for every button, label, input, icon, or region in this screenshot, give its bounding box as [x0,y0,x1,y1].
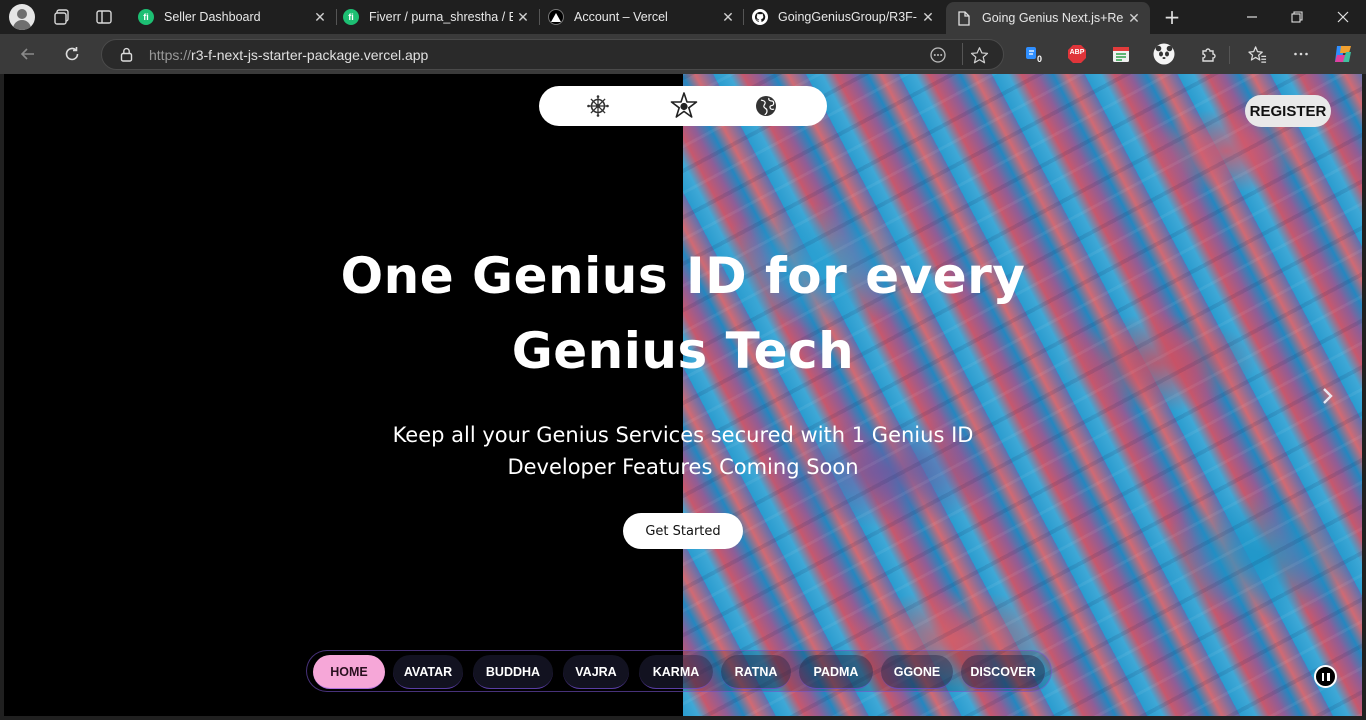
url-text: https://r3-f-next-js-starter-package.ver… [149,47,429,63]
favorite-star-icon[interactable] [970,46,989,69]
edit-badge-icon[interactable]: 0 [1022,43,1044,65]
back-icon[interactable] [16,42,40,66]
nav-item-avatar[interactable]: AVATAR [393,655,463,689]
marble-background-image [683,74,1362,716]
web-page: REGISTER One Genius ID for every Genius … [4,74,1362,716]
github-icon [752,9,768,25]
nav-item-karma[interactable]: KARMA [639,655,713,689]
close-icon[interactable]: ✕ [310,9,330,26]
panda-extension-icon[interactable] [1153,43,1175,65]
nav-item-home[interactable]: HOME [313,655,385,689]
get-started-button[interactable]: Get Started [623,513,743,549]
lock-icon[interactable] [120,47,133,66]
fiverr-icon: fi [343,9,359,25]
nav-item-vajra[interactable]: VAJRA [563,655,629,689]
tab-title: Fiverr / purna_shrestha / Ec [369,10,513,24]
fiverr-icon: fi [138,9,154,25]
tab-title: Account – Vercel [574,10,668,24]
page-icon [956,10,972,26]
profile-avatar[interactable] [9,4,35,30]
nav-item-ratna[interactable]: RATNA [721,655,791,689]
more-menu-icon[interactable] [1290,43,1312,65]
pause-icon[interactable] [1314,665,1337,688]
refresh-icon[interactable] [60,42,84,66]
tab-vercel-account[interactable]: Account – Vercel ✕ [538,3,744,31]
close-icon[interactable]: ✕ [513,9,533,26]
globe-icon[interactable] [755,95,777,117]
tab-title: GoingGeniusGroup/R3F-Ne [778,10,918,24]
restore-icon[interactable] [1285,6,1309,28]
close-icon[interactable]: ✕ [1124,10,1144,27]
star-emblem-icon[interactable] [670,92,698,120]
next-slide-chevron-icon[interactable] [1318,384,1338,408]
nav-item-buddha[interactable]: BUDDHA [473,655,553,689]
tab-going-genius-active[interactable]: Going Genius Next.js+Reac ✕ [946,2,1150,34]
register-button[interactable]: REGISTER [1245,95,1331,127]
browser-toolbar: https://r3-f-next-js-starter-package.ver… [0,34,1366,74]
hero-subtitle-line-1: Keep all your Genius Services secured wi… [392,423,974,447]
close-icon[interactable]: ✕ [918,9,938,26]
nav-item-ggone[interactable]: GGONE [881,655,953,689]
top-icon-nav [539,86,827,126]
favorites-icon[interactable] [1246,43,1268,65]
nav-item-discover[interactable]: DISCOVER [961,655,1045,689]
dharma-wheel-icon[interactable] [587,95,609,117]
copilot-icon[interactable] [1332,43,1354,65]
tab-title: Seller Dashboard [164,10,261,24]
workspaces-icon[interactable] [50,5,74,29]
nav-item-padma[interactable]: PADMA [799,655,873,689]
tab-fiverr-profile[interactable]: fi Fiverr / purna_shrestha / Ec ✕ [333,3,539,31]
browser-tab-bar: fi Seller Dashboard ✕ fi Fiverr / purna_… [0,0,1366,34]
calendar-extension-icon[interactable] [1110,43,1132,65]
more-site-options-icon[interactable] [929,46,947,68]
hero-subtitle-line-2: Developer Features Coming Soon [507,455,859,479]
bottom-nav-menu: HOME AVATAR BUDDHA VAJRA KARMA RATNA PAD… [306,650,1052,692]
close-icon[interactable]: ✕ [718,9,738,26]
vertical-tabs-icon[interactable] [92,5,116,29]
tab-seller-dashboard[interactable]: fi Seller Dashboard ✕ [128,3,336,31]
close-window-icon[interactable] [1331,6,1355,28]
new-tab-button[interactable]: + [1160,5,1184,29]
vercel-icon [548,9,564,25]
puzzle-extensions-icon[interactable] [1198,43,1220,65]
address-bar[interactable]: https://r3-f-next-js-starter-package.ver… [101,39,1004,70]
minimize-icon[interactable] [1240,6,1264,28]
adblock-plus-icon[interactable]: ABP [1066,43,1088,65]
tab-github-repo[interactable]: GoingGeniusGroup/R3F-Ne ✕ [742,3,944,31]
hero-title-line-2: Genius Tech [511,322,855,380]
hero-title-line-1: One Genius ID for every [340,247,1026,305]
tab-title: Going Genius Next.js+Reac [982,11,1124,25]
